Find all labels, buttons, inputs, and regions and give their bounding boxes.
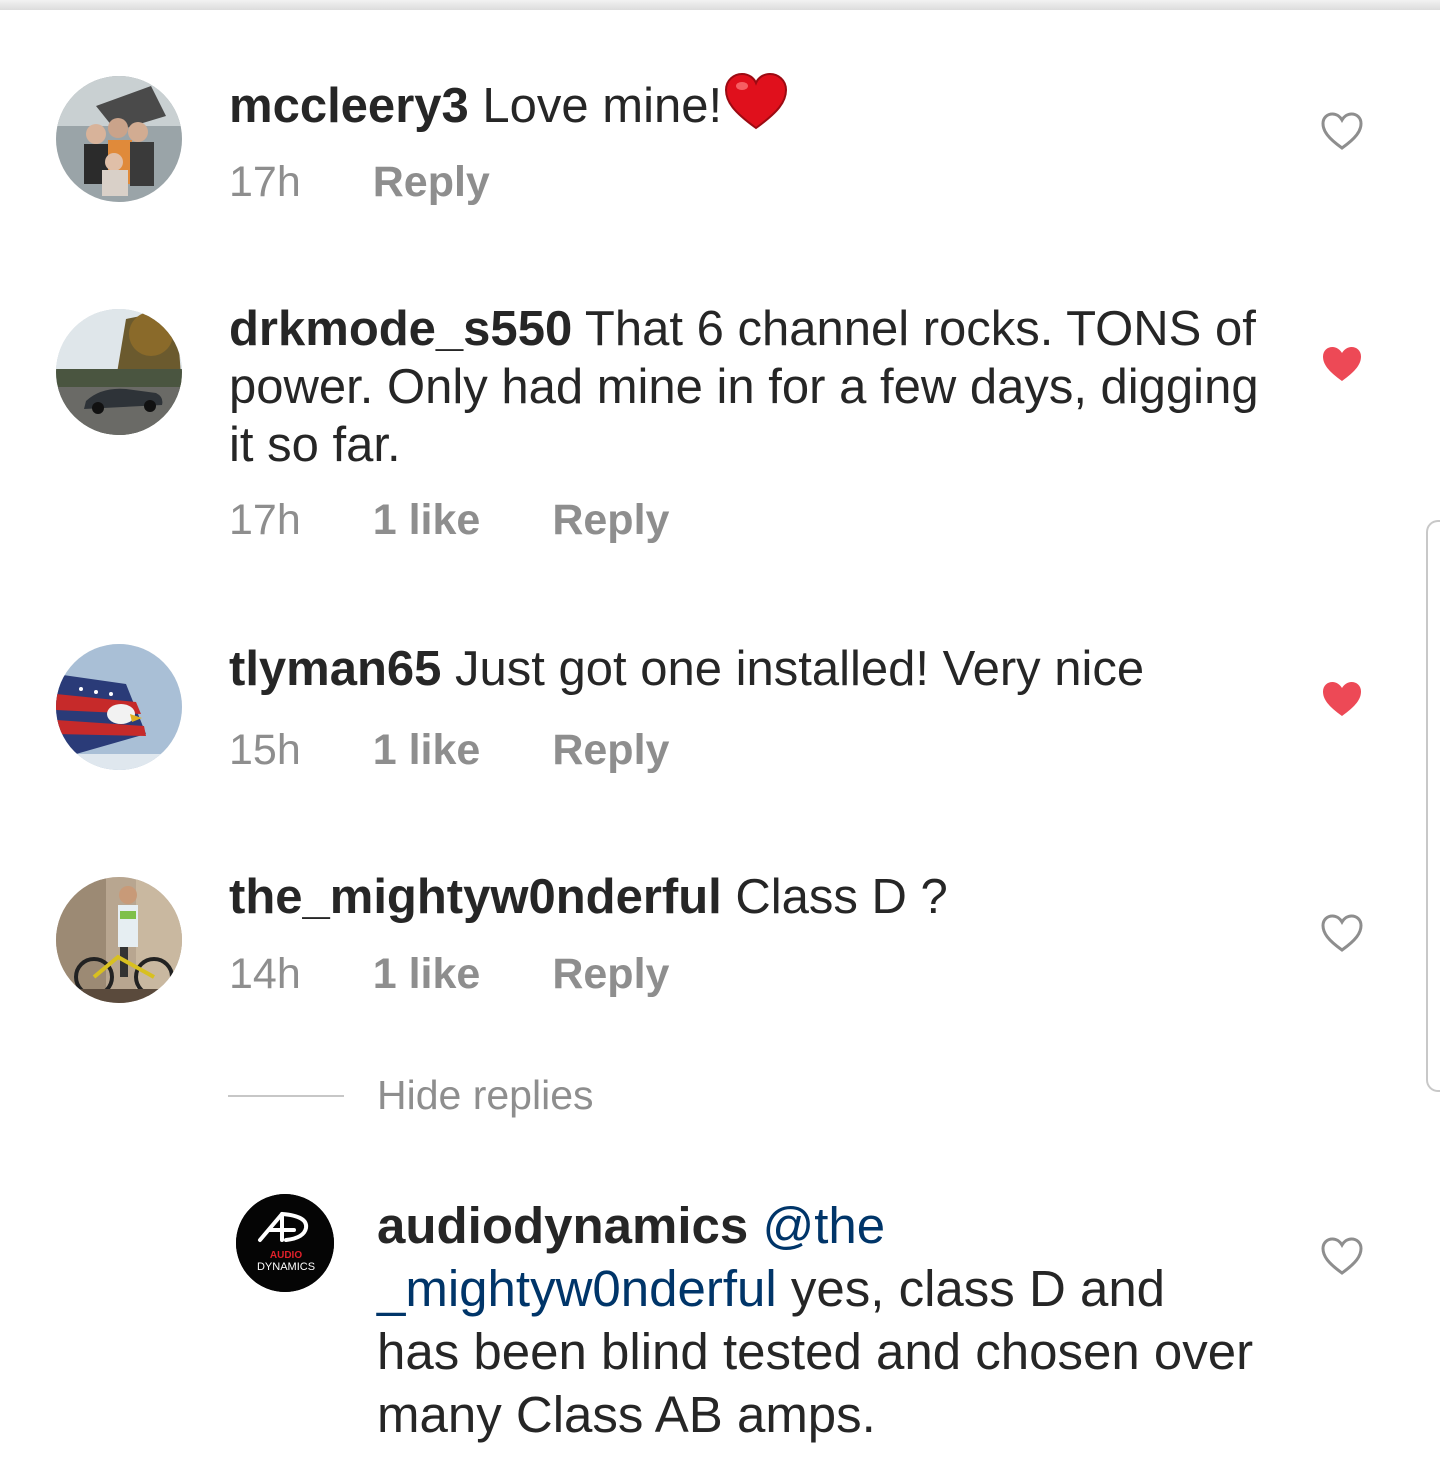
- comment-meta: 17h 1 like Reply: [229, 496, 669, 545]
- heart-filled-icon: [1323, 682, 1361, 716]
- timestamp[interactable]: 17h: [229, 158, 301, 207]
- like-button[interactable]: [1320, 913, 1364, 953]
- car-photo-avatar: [56, 309, 182, 435]
- comment-body: Just got one installed! Very nice: [441, 642, 1145, 696]
- reply-button[interactable]: Reply: [552, 726, 669, 775]
- comment-meta: 15h 1 like Reply: [229, 726, 669, 775]
- timestamp[interactable]: 14h: [229, 950, 301, 999]
- username[interactable]: tlyman65: [229, 642, 441, 696]
- divider: [228, 1094, 344, 1097]
- scrollbar[interactable]: [1426, 520, 1440, 1092]
- likes-count[interactable]: 1 like: [373, 496, 481, 545]
- logo-text-dynamics: DYNAMICS: [257, 1261, 315, 1273]
- reply-button[interactable]: Reply: [373, 158, 490, 207]
- avatar[interactable]: [56, 644, 182, 770]
- eagle-flag-avatar: [56, 644, 182, 770]
- comment-meta: 14h 1 like Reply: [229, 950, 669, 999]
- comment-text: drkmode_s550 That 6 channel rocks. TONS …: [229, 300, 1269, 474]
- comment-text: audiodynamics @the _mightyw0nderful yes,…: [377, 1194, 1257, 1446]
- username[interactable]: mccleery3: [229, 79, 469, 133]
- like-button[interactable]: [1320, 111, 1364, 151]
- like-button[interactable]: [1320, 344, 1364, 384]
- group-photo-avatar: [56, 76, 182, 202]
- comment-text: the_mightyw0nderful Class D ?: [229, 868, 1289, 926]
- heart-filled-icon: [1323, 347, 1361, 381]
- like-button[interactable]: [1320, 679, 1364, 719]
- logo-text-audio: AUDIO: [270, 1250, 302, 1261]
- username[interactable]: the_mightyw0nderful: [229, 870, 722, 924]
- cyclist-photo-avatar: [56, 877, 182, 1003]
- likes-count[interactable]: 1 like: [373, 726, 481, 775]
- timestamp[interactable]: 15h: [229, 726, 301, 775]
- reply-button[interactable]: Reply: [552, 496, 669, 545]
- reply-button[interactable]: Reply: [552, 950, 669, 999]
- comment-text: mccleery3 Love mine!: [229, 72, 1289, 135]
- avatar[interactable]: [56, 309, 182, 435]
- comment-body: Love mine!: [468, 79, 723, 133]
- avatar[interactable]: [56, 76, 182, 202]
- username[interactable]: audiodynamics: [377, 1197, 748, 1254]
- red-heart-emoji-icon: [725, 72, 788, 130]
- comment-body: Class D ?: [721, 870, 948, 924]
- heart-outline-icon: [1321, 914, 1363, 952]
- like-button[interactable]: [1320, 1236, 1364, 1276]
- comment-text: tlyman65 Just got one installed! Very ni…: [229, 640, 1289, 698]
- avatar[interactable]: AUDIO DYNAMICS: [236, 1194, 334, 1292]
- hide-replies-label: Hide replies: [377, 1072, 594, 1118]
- avatar[interactable]: [56, 877, 182, 1003]
- heart-outline-icon: [1321, 112, 1363, 150]
- username[interactable]: drkmode_s550: [229, 302, 572, 356]
- audio-dynamics-logo-icon: AUDIO DYNAMICS: [236, 1194, 334, 1292]
- comment-meta: 17h Reply: [229, 158, 490, 207]
- hide-replies-button[interactable]: Hide replies: [228, 1072, 594, 1119]
- heart-outline-icon: [1321, 1237, 1363, 1275]
- timestamp[interactable]: 17h: [229, 496, 301, 545]
- top-border: [0, 0, 1440, 10]
- likes-count[interactable]: 1 like: [373, 950, 481, 999]
